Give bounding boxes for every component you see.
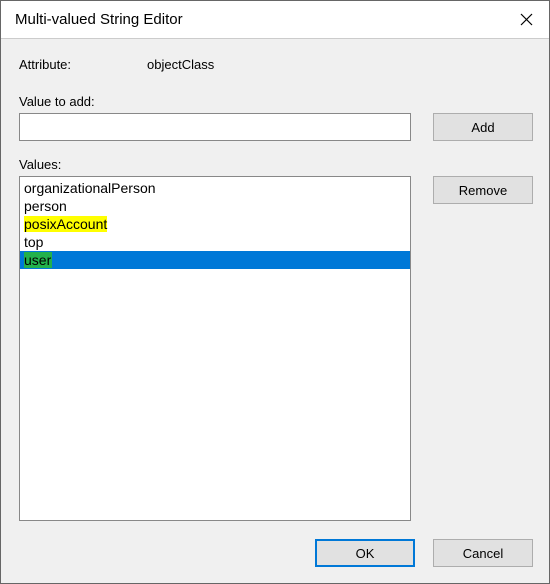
remove-button[interactable]: Remove (433, 176, 533, 204)
highlighted-text: user (24, 252, 52, 268)
value-to-add-input[interactable] (19, 113, 411, 141)
ok-button[interactable]: OK (315, 539, 415, 567)
values-label: Values: (19, 157, 533, 172)
attribute-row: Attribute: objectClass (19, 57, 533, 72)
list-item[interactable]: organizationalPerson (20, 179, 410, 197)
highlighted-text: posixAccount (24, 216, 107, 232)
add-button[interactable]: Add (433, 113, 533, 141)
cancel-button[interactable]: Cancel (433, 539, 533, 567)
window-title: Multi-valued String Editor (15, 11, 183, 28)
close-button[interactable] (503, 1, 549, 39)
dialog-footer: OK Cancel (19, 521, 533, 567)
value-to-add-label: Value to add: (19, 94, 533, 109)
value-to-add-row: Add (19, 113, 533, 141)
titlebar: Multi-valued String Editor (1, 1, 549, 39)
list-item[interactable]: posixAccount (20, 215, 410, 233)
attribute-label: Attribute: (19, 57, 147, 72)
values-side-column: Remove (433, 176, 533, 521)
close-icon (520, 13, 533, 26)
list-item[interactable]: top (20, 233, 410, 251)
dialog-content: Attribute: objectClass Value to add: Add… (1, 39, 549, 583)
attribute-value: objectClass (147, 57, 214, 72)
dialog-window: Multi-valued String Editor Attribute: ob… (0, 0, 550, 584)
list-item[interactable]: user (20, 251, 410, 269)
values-listbox[interactable]: organizationalPersonpersonposixAccountto… (19, 176, 411, 521)
list-item[interactable]: person (20, 197, 410, 215)
values-row: organizationalPersonpersonposixAccountto… (19, 176, 533, 521)
